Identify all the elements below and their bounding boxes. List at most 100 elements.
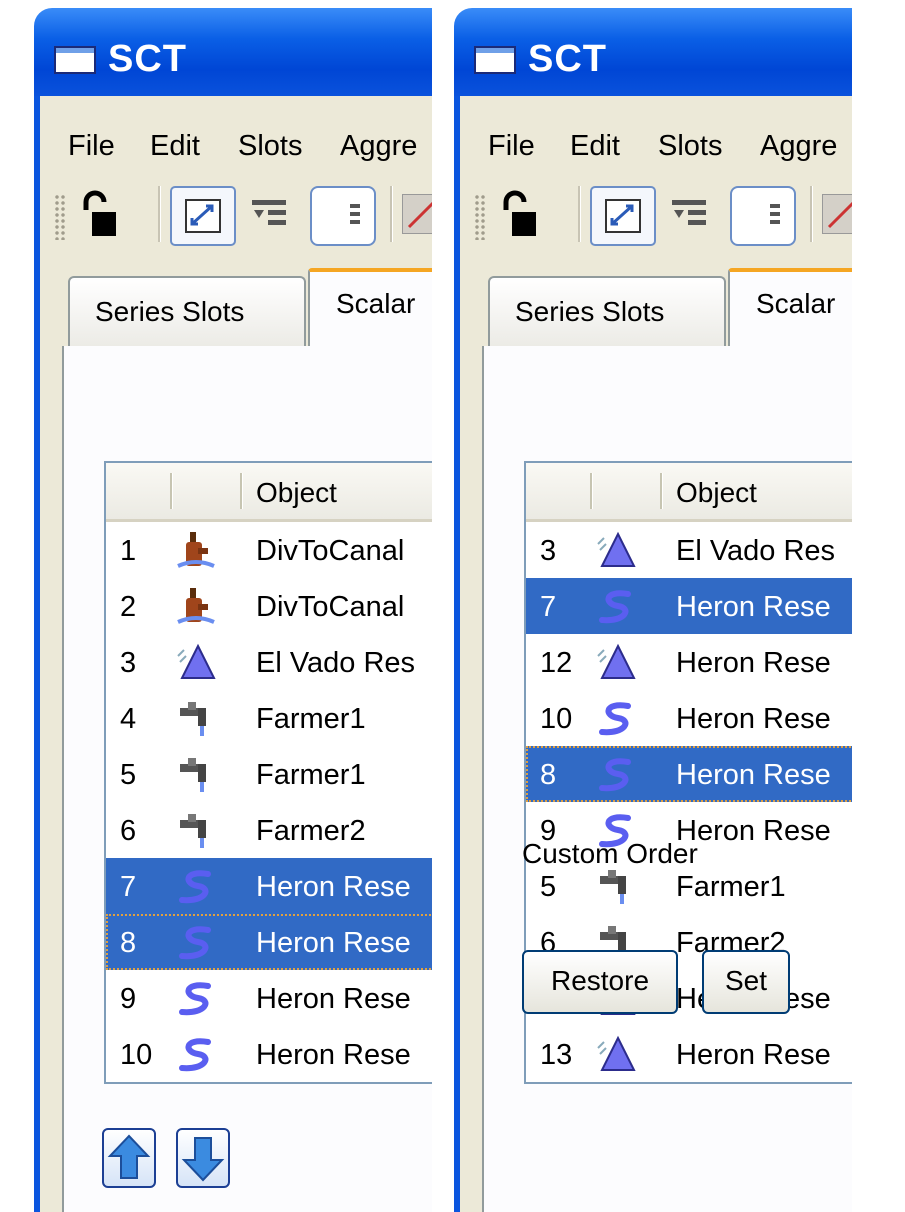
- row-number: 10: [540, 703, 573, 735]
- list-view-icon[interactable]: [730, 186, 796, 246]
- list-row[interactable]: 12 Heron Rese: [526, 634, 852, 690]
- lock-icon[interactable]: [500, 190, 540, 240]
- row-number: 7: [540, 591, 557, 623]
- list-row[interactable]: 8 Heron Rese: [106, 914, 432, 970]
- list-row[interactable]: 7 Heron Rese: [106, 858, 432, 914]
- tab-scalar[interactable]: Scalar: [728, 268, 852, 348]
- move-down-button[interactable]: [176, 1128, 230, 1188]
- sct-window-left: SCT File Edit Slots Aggre Series Slots S…: [34, 8, 432, 1212]
- filter-columns-icon[interactable]: [250, 196, 290, 236]
- row-number: 4: [120, 703, 137, 735]
- toolbar: [40, 176, 432, 246]
- tab-series-slots[interactable]: Series Slots: [68, 276, 306, 346]
- move-up-button[interactable]: [102, 1128, 156, 1188]
- header-divider[interactable]: [240, 473, 243, 509]
- toggle-display-icon[interactable]: [170, 186, 236, 246]
- water-user-faucet-icon: [596, 866, 636, 906]
- arrow-up-icon: [107, 1134, 151, 1179]
- diversion-icon: [176, 586, 216, 626]
- list-row[interactable]: 3 El Vado Res: [106, 634, 432, 690]
- list-row[interactable]: 7 Heron Rese: [526, 578, 852, 634]
- reservoir-triangle-icon: [596, 1034, 636, 1074]
- toolbar-grip[interactable]: [54, 194, 66, 240]
- menu-aggregation[interactable]: Aggre: [340, 130, 417, 163]
- tab-scalar[interactable]: Scalar: [308, 268, 432, 348]
- list-row[interactable]: 2 DivToCanal: [106, 578, 432, 634]
- plot-icon[interactable]: [402, 194, 432, 234]
- header-object[interactable]: Object: [256, 477, 337, 509]
- plot-icon[interactable]: [822, 194, 852, 234]
- menu-file[interactable]: File: [68, 130, 115, 163]
- row-object-name: Heron Rese: [676, 815, 831, 847]
- row-object-name: El Vado Res: [676, 535, 836, 567]
- header-divider[interactable]: [170, 473, 173, 509]
- tab-series-slots[interactable]: Series Slots: [488, 276, 726, 346]
- row-number: 8: [540, 759, 557, 791]
- water-user-faucet-icon: [176, 698, 216, 738]
- toolbar-grip[interactable]: [474, 194, 486, 240]
- window-icon: [474, 46, 516, 74]
- row-number: 13: [540, 1039, 573, 1071]
- menu-aggregation[interactable]: Aggre: [760, 130, 837, 163]
- row-object-name: Heron Rese: [256, 927, 411, 959]
- row-object-name: Heron Rese: [676, 759, 831, 791]
- row-object-name: DivToCanal: [256, 535, 405, 567]
- window-frame: File Edit Slots Aggre Series Slots Scala…: [34, 96, 432, 1212]
- list-view-icon[interactable]: [310, 186, 376, 246]
- header-divider[interactable]: [660, 473, 663, 509]
- list-row[interactable]: 5 Farmer1: [106, 746, 432, 802]
- row-number: 8: [120, 927, 137, 959]
- reservoir-triangle-icon: [176, 642, 216, 682]
- list-row[interactable]: 3 El Vado Res: [526, 522, 852, 578]
- row-object-name: Farmer1: [676, 871, 786, 903]
- title-bar[interactable]: SCT: [454, 8, 852, 96]
- row-number: 6: [120, 815, 137, 847]
- reach-s-icon: [596, 586, 636, 626]
- reach-s-icon: [176, 978, 216, 1018]
- toolbar-separator: [578, 186, 581, 242]
- menu-file[interactable]: File: [488, 130, 535, 163]
- tab-panel: Object 3 El Vado Res 7 Heron Rese 12 Heron Re…: [482, 346, 852, 1212]
- object-list[interactable]: Object 1 DivToCanal 2 DivToCanal 3 El Vado Re…: [104, 461, 432, 1084]
- list-row[interactable]: 10 Heron Rese: [106, 1026, 432, 1082]
- filter-columns-icon[interactable]: [670, 196, 710, 236]
- list-header: Object: [106, 463, 432, 522]
- header-object[interactable]: Object: [676, 477, 757, 509]
- toggle-display-icon[interactable]: [590, 186, 656, 246]
- list-row[interactable]: 8 Heron Rese: [526, 746, 852, 802]
- list-row[interactable]: 1 DivToCanal: [106, 522, 432, 578]
- list-row[interactable]: 9 Heron Rese: [106, 970, 432, 1026]
- row-number: 10: [120, 1039, 153, 1071]
- title-bar[interactable]: SCT: [34, 8, 432, 96]
- row-object-name: Farmer1: [256, 759, 366, 791]
- header-divider[interactable]: [590, 473, 593, 509]
- menu-slots[interactable]: Slots: [658, 130, 722, 163]
- sct-window-right: SCT File Edit Slots Aggre Series Slots S…: [454, 8, 852, 1212]
- menu-slots[interactable]: Slots: [238, 130, 302, 163]
- set-button[interactable]: Set: [702, 950, 790, 1014]
- list-header: Object: [526, 463, 852, 522]
- list-row[interactable]: 4 Farmer1: [106, 690, 432, 746]
- reach-s-icon: [176, 1034, 216, 1074]
- list-row[interactable]: 6 Farmer2: [106, 802, 432, 858]
- row-number: 9: [120, 983, 137, 1015]
- menu-edit[interactable]: Edit: [570, 130, 620, 163]
- row-object-name: Farmer1: [256, 703, 366, 735]
- list-row[interactable]: 13 Heron Rese: [526, 1026, 852, 1082]
- tab-strip: Series Slots Scalar: [40, 268, 432, 348]
- water-user-faucet-icon: [176, 810, 216, 850]
- menu-bar: File Edit Slots Aggre: [40, 118, 432, 166]
- window-title: SCT: [108, 38, 187, 80]
- list-row[interactable]: 10 Heron Rese: [526, 690, 852, 746]
- arrow-down-icon: [181, 1137, 225, 1182]
- reservoir-triangle-icon: [596, 642, 636, 682]
- reach-s-icon: [176, 922, 216, 962]
- restore-button[interactable]: Restore: [522, 950, 678, 1014]
- reservoir-triangle-icon: [596, 530, 636, 570]
- menu-edit[interactable]: Edit: [150, 130, 200, 163]
- window-client: File Edit Slots Aggre Series Slots Scala…: [40, 96, 432, 1212]
- row-number: 1: [120, 535, 137, 567]
- row-object-name: Farmer2: [256, 815, 366, 847]
- window-client: File Edit Slots Aggre Series Slots Scala…: [460, 96, 852, 1212]
- lock-icon[interactable]: [80, 190, 120, 240]
